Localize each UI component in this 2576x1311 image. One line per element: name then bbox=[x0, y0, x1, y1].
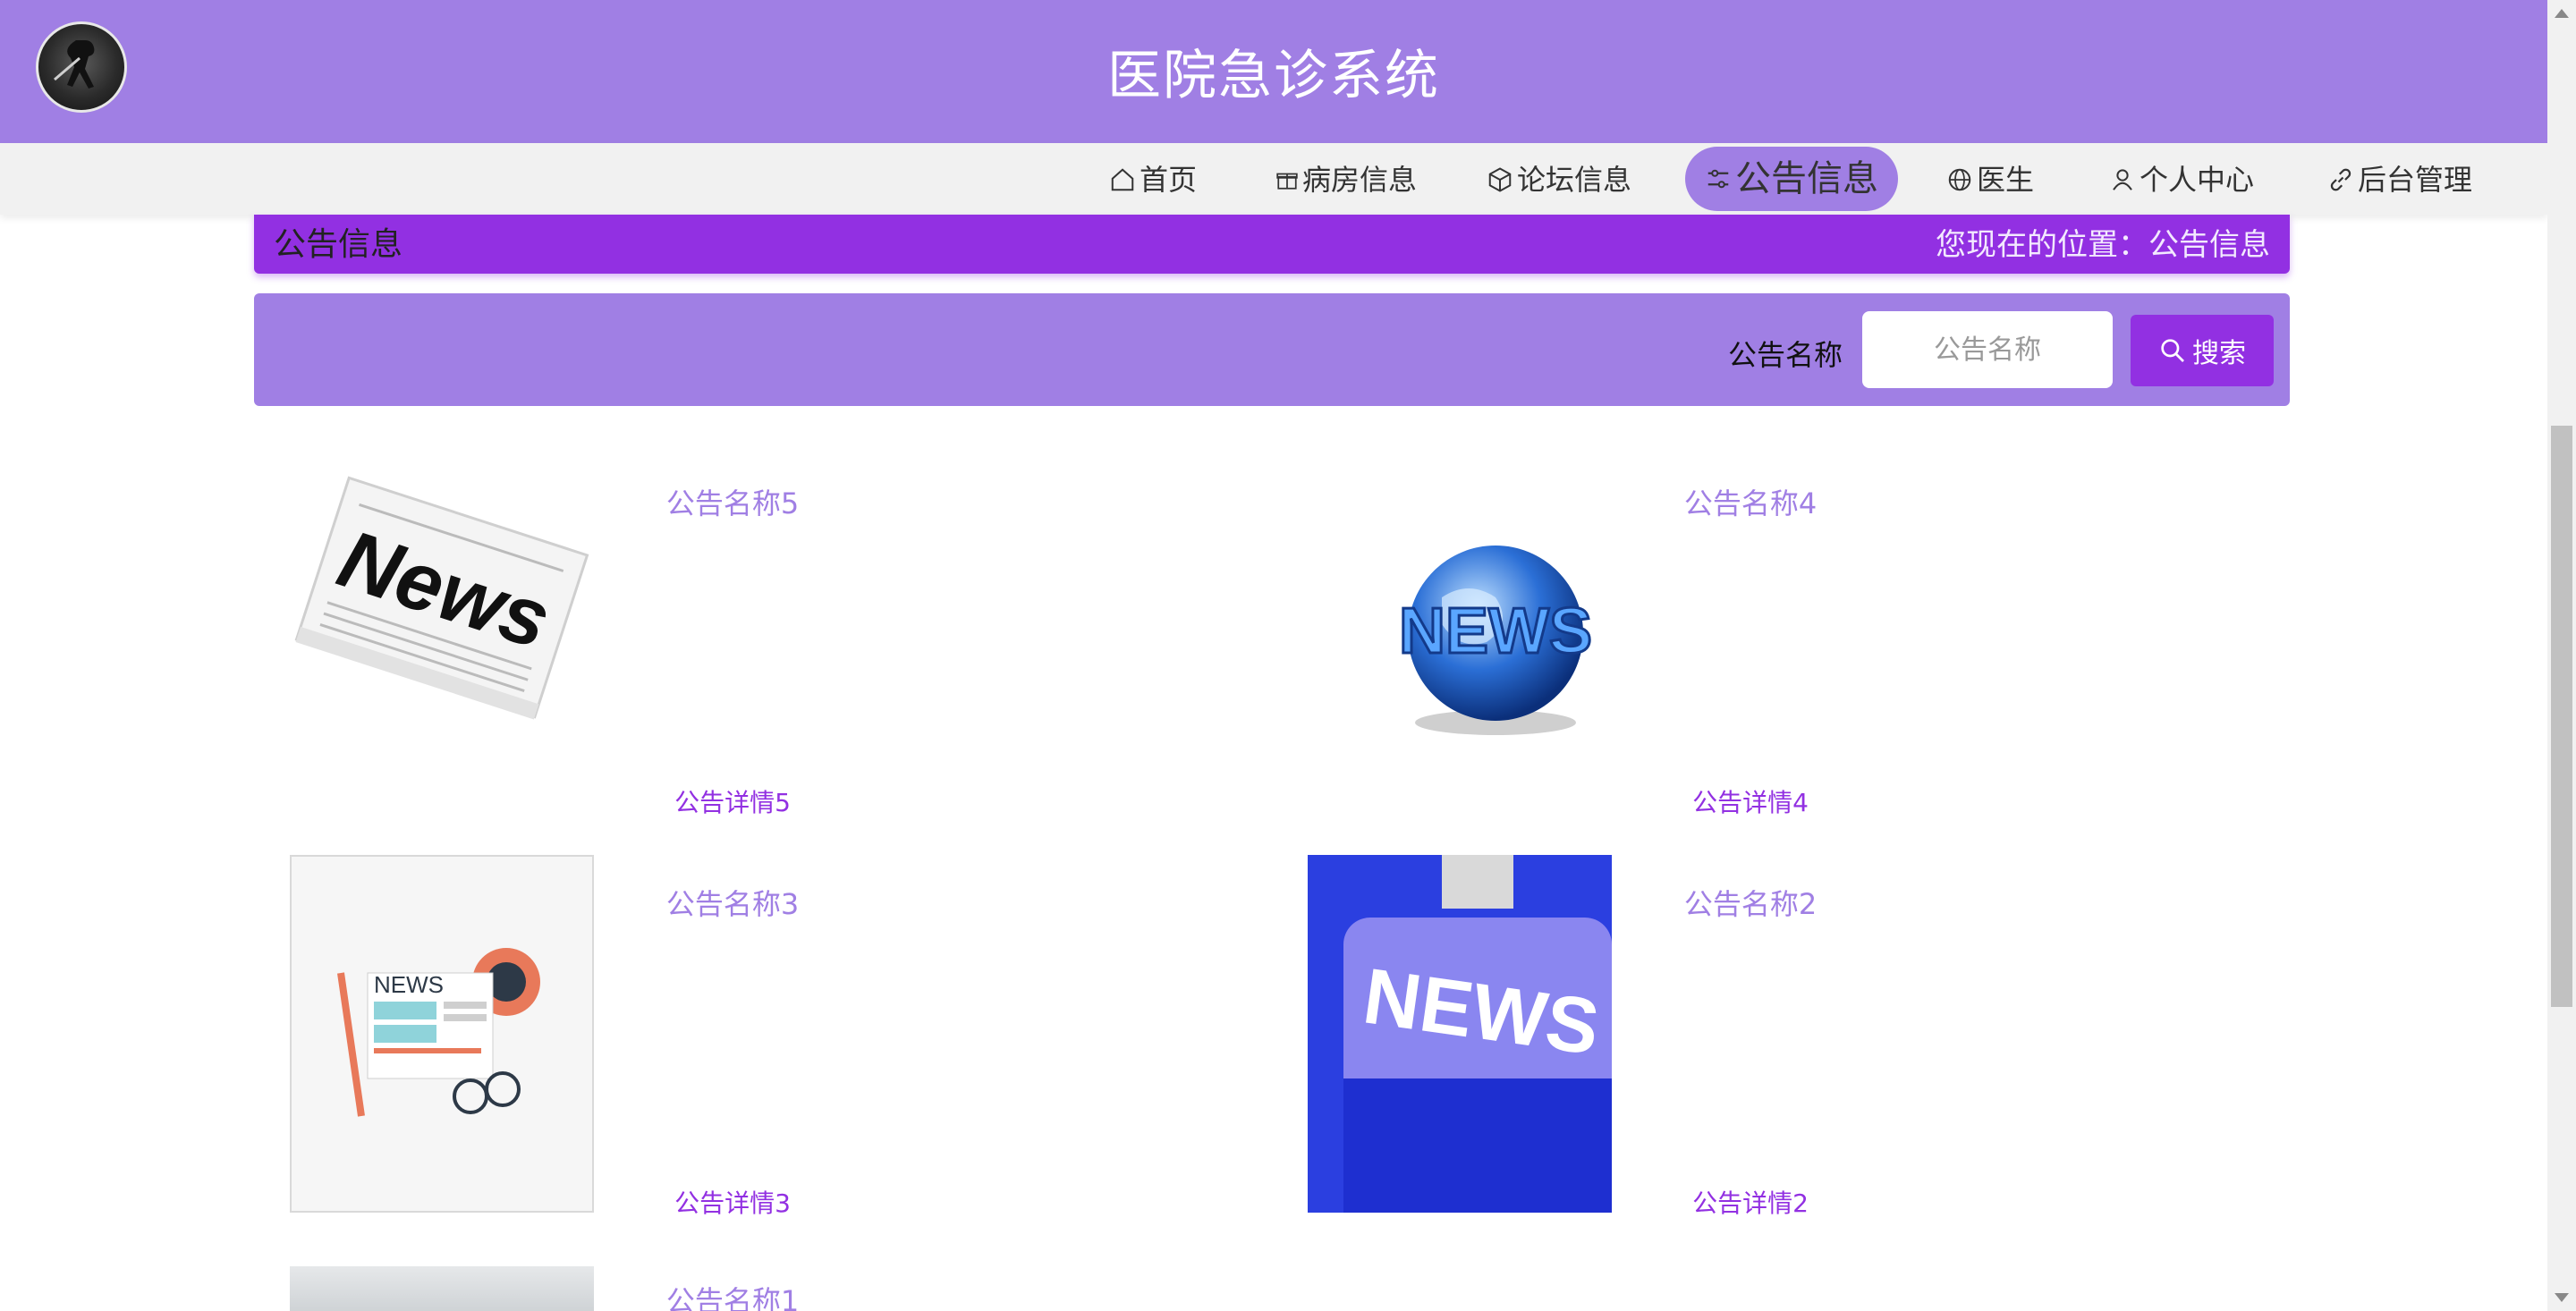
announcement-image[interactable]: NEWS bbox=[290, 855, 594, 1213]
nav-item-home[interactable]: 首页 bbox=[1109, 156, 1197, 203]
page-title-bar: 公告信息 您现在的位置：公告信息 bbox=[254, 215, 2290, 274]
site-header: 医院急诊系统 bbox=[0, 0, 2547, 143]
announcement-name[interactable]: 公告名称2 bbox=[1630, 882, 1871, 923]
nav-label: 病房信息 bbox=[1302, 163, 1418, 197]
keyboard-news-image: NEWS bbox=[1308, 855, 1612, 1213]
nav-item-forum[interactable]: 论坛信息 bbox=[1487, 156, 1631, 203]
globe-news-image: NEWS bbox=[1398, 546, 1594, 735]
announcement-card[interactable]: 公告名称1 bbox=[254, 1266, 1274, 1311]
nav-item-profile[interactable]: 个人中心 bbox=[2109, 156, 2254, 203]
announcement-image[interactable]: NEWS bbox=[1308, 855, 1612, 1213]
announcement-detail[interactable]: 公告详情3 bbox=[612, 1184, 853, 1220]
announcement-card[interactable]: News 公告名称5 公告详情5 bbox=[254, 454, 1274, 830]
box-icon bbox=[1488, 167, 1512, 192]
scroll-down-icon[interactable] bbox=[2555, 1293, 2569, 1302]
scrollbar-thumb[interactable] bbox=[2551, 426, 2572, 1007]
sliders-icon bbox=[1707, 169, 1729, 189]
nav-item-doctors[interactable]: 医生 bbox=[1946, 156, 2034, 203]
search-button[interactable]: 搜索 bbox=[2131, 315, 2274, 386]
site-title: 医院急诊系统 bbox=[1107, 45, 1440, 107]
breadcrumb: 您现在的位置：公告信息 bbox=[1936, 227, 2270, 263]
announcement-name[interactable]: 公告名称4 bbox=[1630, 481, 1871, 522]
announcement-card[interactable]: NEWS 公告名称4 公告详情4 bbox=[1272, 454, 2292, 830]
nav-label: 个人中心 bbox=[2140, 163, 2255, 197]
nav-item-announcements[interactable]: 公告信息 bbox=[1685, 147, 1898, 211]
page-title: 公告信息 bbox=[274, 226, 403, 263]
page-scrollbar[interactable] bbox=[2547, 0, 2576, 1311]
announcement-image[interactable]: NEWS bbox=[1308, 454, 1612, 812]
search-input[interactable] bbox=[1862, 311, 2113, 388]
main-nav: 首页 病房信息 论坛信息 公告信息 医生 个人中心 后台管理 bbox=[0, 143, 2547, 215]
link-icon bbox=[2330, 168, 2351, 191]
nav-label: 首页 bbox=[1140, 163, 1198, 197]
announcement-detail[interactable]: 公告详情5 bbox=[612, 783, 853, 819]
nav-label: 后台管理 bbox=[2358, 163, 2473, 197]
announcement-name[interactable]: 公告名称3 bbox=[612, 882, 853, 923]
announcement-image[interactable] bbox=[290, 1266, 594, 1311]
search-label: 公告名称 bbox=[1728, 338, 1843, 372]
svg-text:NEWS: NEWS bbox=[374, 971, 444, 998]
announcement-card[interactable]: NEWS 公告名称3 公告详情3 bbox=[254, 855, 1274, 1231]
home-icon bbox=[1111, 168, 1134, 191]
scroll-up-icon[interactable] bbox=[2555, 9, 2569, 18]
flat-news-illustration: NEWS bbox=[337, 948, 540, 1117]
nav-item-admin[interactable]: 后台管理 bbox=[2327, 156, 2472, 203]
announcement-name[interactable]: 公告名称5 bbox=[612, 481, 853, 522]
search-button-label: 搜索 bbox=[2192, 338, 2246, 369]
nav-item-wards[interactable]: 病房信息 bbox=[1275, 156, 1417, 203]
nav-label: 论坛信息 bbox=[1517, 163, 1632, 197]
user-icon bbox=[2113, 169, 2132, 190]
newspaper-image: News bbox=[294, 476, 589, 720]
nav-label: 公告信息 bbox=[1735, 158, 1878, 199]
svg-text:NEWS: NEWS bbox=[1399, 596, 1592, 667]
gift-icon bbox=[1276, 173, 1298, 190]
globe-icon bbox=[1948, 168, 1971, 191]
announcement-card[interactable]: NEWS 公告名称2 公告详情2 bbox=[1272, 855, 2292, 1231]
announcement-detail[interactable]: 公告详情2 bbox=[1630, 1184, 1871, 1220]
search-icon bbox=[2161, 339, 2184, 362]
search-bar: 公告名称 搜索 bbox=[254, 293, 2290, 406]
announcement-name[interactable]: 公告名称1 bbox=[612, 1279, 853, 1311]
nav-label: 医生 bbox=[1977, 163, 2035, 197]
announcement-image[interactable]: News bbox=[290, 454, 594, 812]
announcement-detail[interactable]: 公告详情4 bbox=[1630, 783, 1871, 819]
